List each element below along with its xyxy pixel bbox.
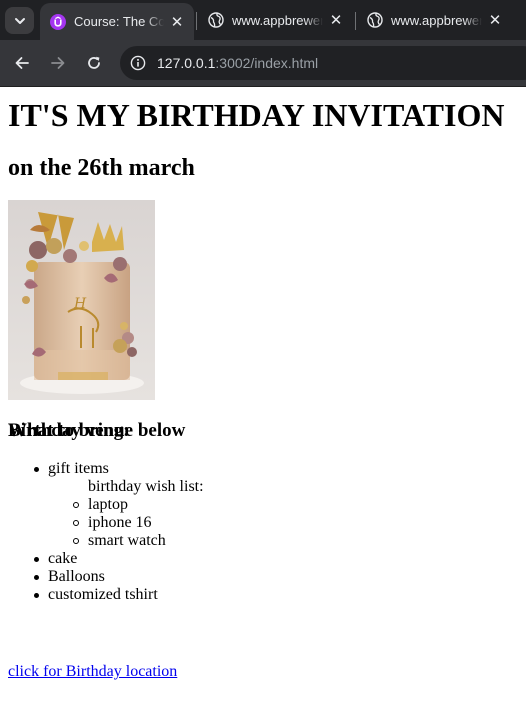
globe-icon xyxy=(367,12,383,28)
list-item: customized tshirt xyxy=(0,586,204,604)
forward-button[interactable] xyxy=(45,50,71,76)
list-item: iphone 16 xyxy=(0,514,204,532)
bring-list: gift items birthday wish list: laptop ip… xyxy=(0,460,204,604)
tab-strip: Course: The Com ✕ www.appbrewer ✕ www.ap… xyxy=(0,0,526,40)
site-info-button[interactable] xyxy=(124,49,152,77)
list-item: gift items xyxy=(0,460,204,478)
browser-toolbar: 127.0.0.1:3002/index.html xyxy=(0,40,526,87)
address-bar[interactable]: 127.0.0.1:3002/index.html xyxy=(120,46,526,80)
tab-title: Course: The Com xyxy=(74,14,164,29)
tab-appbrewery-2[interactable]: www.appbrewer ✕ xyxy=(357,3,512,37)
tab-course[interactable]: Course: The Com ✕ xyxy=(40,3,194,40)
back-button[interactable] xyxy=(9,50,35,76)
list-item: laptop xyxy=(0,496,204,514)
list-item: smart watch xyxy=(0,532,204,550)
tab-search-button[interactable] xyxy=(5,7,34,34)
url-text[interactable]: 127.0.0.1:3002/index.html xyxy=(157,55,318,71)
tab-separator xyxy=(355,12,356,30)
arrow-right-icon xyxy=(51,57,65,69)
venue-heading: Birthday venue below xyxy=(8,420,186,441)
birthday-cake-image: H xyxy=(8,200,155,400)
reload-icon xyxy=(88,56,100,69)
url-host: 127.0.0.1 xyxy=(157,55,216,71)
close-tab-icon[interactable]: ✕ xyxy=(168,13,186,31)
tab-title: www.appbrewer xyxy=(232,12,323,28)
page-title: IT'S MY BIRTHDAY INVITATION xyxy=(8,97,505,133)
list-item: cake xyxy=(0,550,204,568)
tab-appbrewery-1[interactable]: www.appbrewer ✕ xyxy=(198,3,353,37)
udemy-shield-icon xyxy=(50,13,66,30)
web-page: IT'S MY BIRTHDAY INVITATION on the 26th … xyxy=(0,87,526,705)
url-path: :3002/index.html xyxy=(215,55,319,71)
close-tab-icon[interactable]: ✕ xyxy=(327,11,345,29)
birthday-location-link[interactable]: click for Birthday location xyxy=(8,663,177,681)
globe-icon xyxy=(208,12,224,28)
close-tab-icon[interactable]: ✕ xyxy=(486,11,504,29)
info-icon xyxy=(130,55,146,71)
event-date: on the 26th march xyxy=(8,155,195,181)
arrow-left-icon xyxy=(15,57,29,69)
reload-button[interactable] xyxy=(81,50,107,76)
chevron-down-icon xyxy=(14,17,25,24)
tab-title: www.appbrewer xyxy=(391,12,482,28)
tab-separator xyxy=(196,12,197,30)
wish-list-label: birthday wish list: xyxy=(88,478,204,495)
list-item: Balloons xyxy=(0,568,204,586)
